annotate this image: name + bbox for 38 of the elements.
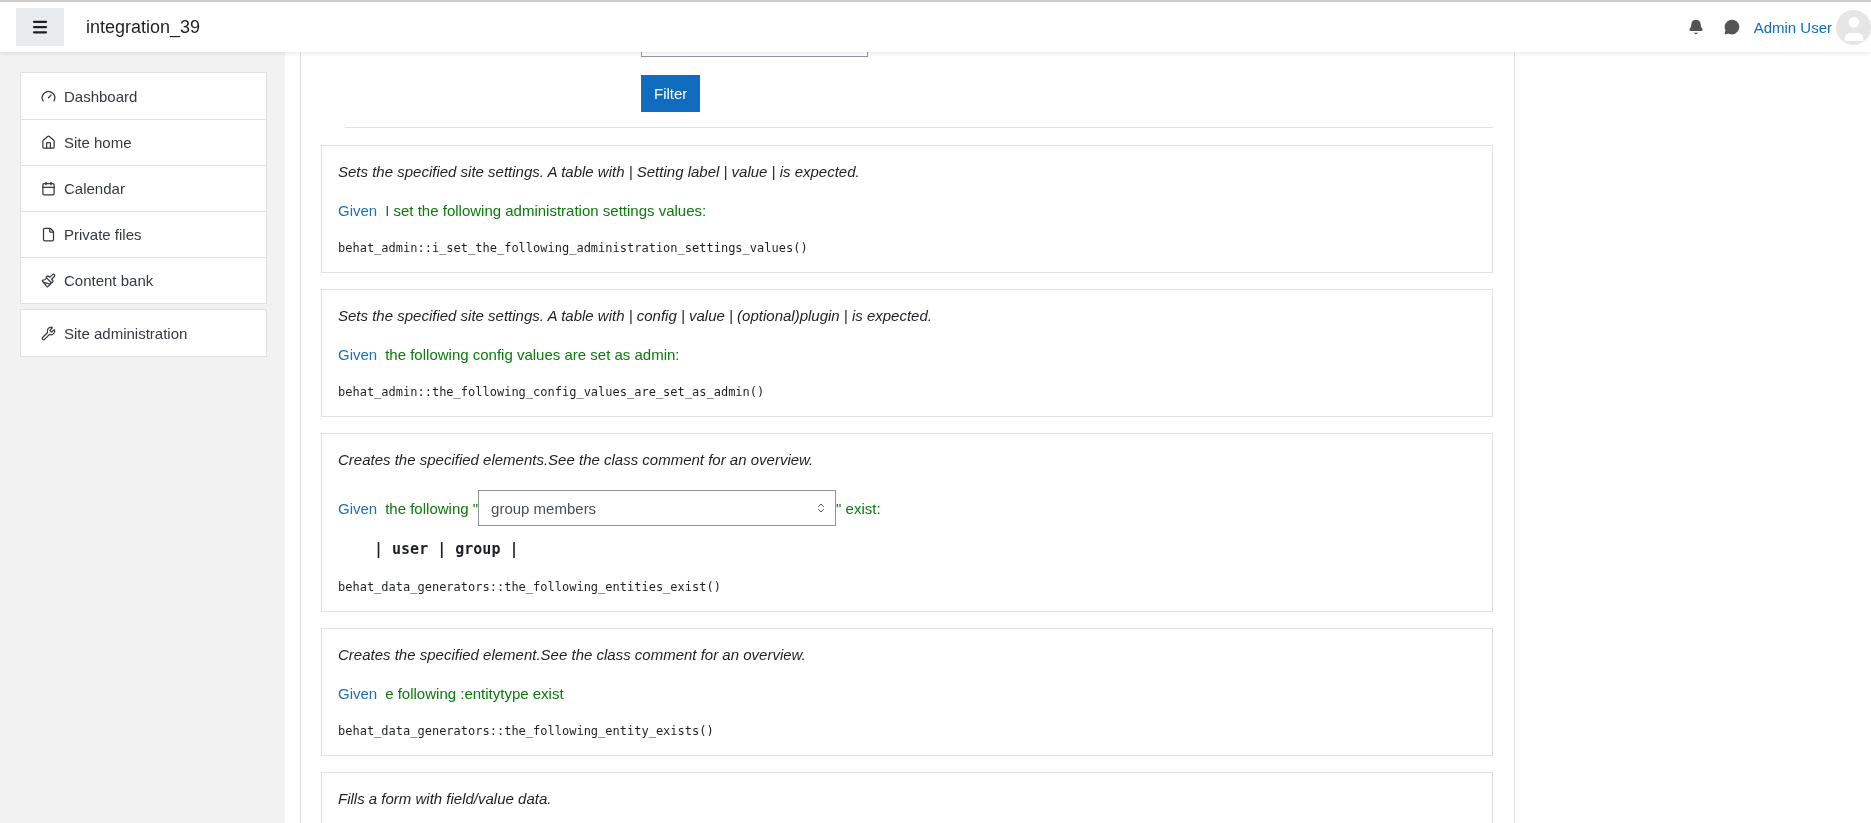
step-keyword: Given [338, 202, 378, 219]
sidebar-item[interactable]: Private files [21, 211, 266, 257]
step-description: Fills a form with field/value data. [338, 790, 553, 807]
menu-icon [31, 18, 49, 36]
method-name: behat_data_generators::the_following_entity_exists() [338, 724, 715, 738]
sidebar-item[interactable]: Content bank [21, 257, 266, 303]
entity-select[interactable]: group members [478, 490, 837, 526]
step-text: I set the following administration settings values: [385, 202, 707, 219]
calendar-icon [41, 181, 56, 196]
method-name: behat_data_generators::the_following_entities_exist() [338, 580, 722, 594]
step-text: the following config values are set as admin: [385, 346, 680, 363]
table-header: | user | group | [374, 540, 520, 558]
home-icon [41, 135, 56, 150]
step-keyword: Given [338, 499, 378, 517]
method-name: behat_admin::the_following_config_values_are_set_as_admin() [338, 385, 766, 399]
step-text: e following :entitytype exist [385, 685, 564, 702]
filter-button[interactable]: Filter [641, 75, 701, 112]
step-description: Creates the specified element.See the class comment for an overview. [338, 646, 807, 663]
step-keyword: Given [338, 685, 378, 702]
step-text: the following " [385, 499, 479, 517]
step-description: Sets the specified site settings. A table with | Setting label | value | is expected. [338, 163, 861, 180]
wrench-icon [41, 325, 56, 341]
site-name: integration_39 [86, 16, 201, 38]
gauge-icon [41, 88, 56, 104]
step-keyword: Given [338, 346, 378, 363]
step-text: " exist: [836, 499, 881, 517]
brush-icon [41, 273, 56, 288]
step-description: Sets the specified site settings. A table with | config | value | (optional)plugin | is expected. [338, 307, 933, 324]
sidebar-item[interactable]: Site home [21, 119, 266, 165]
sidebar-item[interactable]: Calendar [21, 165, 266, 211]
menu-button[interactable] [16, 8, 64, 46]
file-icon [41, 227, 56, 242]
user-name-link[interactable]: Admin User [1753, 18, 1832, 36]
input-field[interactable] [641, 52, 868, 57]
sidebar-item[interactable]: Site administration [21, 310, 266, 356]
sidebar-item[interactable]: Dashboard [21, 73, 266, 119]
method-name: behat_admin::i_set_the_following_administration_settings_values() [338, 241, 809, 255]
step-description: Creates the specified elements.See the class comment for an overview. [338, 451, 815, 468]
